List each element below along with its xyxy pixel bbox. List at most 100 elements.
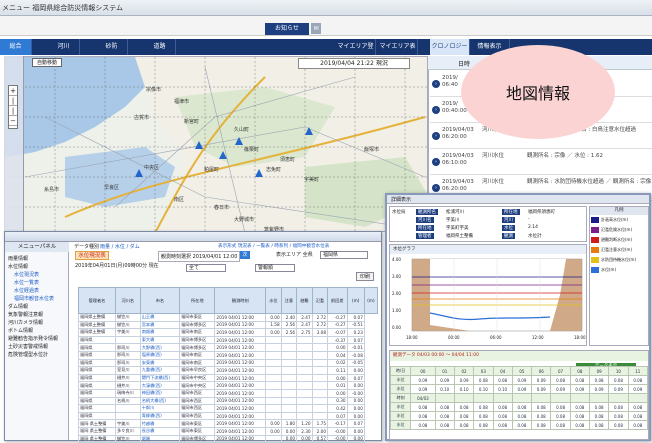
observation-cell: 0.08: [410, 411, 436, 421]
table-cell[interactable]: 宮本橋: [139, 320, 181, 330]
next-time-button[interactable]: 次: [240, 251, 250, 259]
table-cell: 2019 04/01 12:00: [214, 343, 267, 352]
table-cell[interactable]: 関門下流橋(西): [139, 373, 181, 383]
table-cell[interactable]: 九重橋(西): [139, 366, 181, 375]
menu-item[interactable]: 福岡市観音水位表: [14, 296, 54, 303]
table-cell[interactable]: 堀端: [139, 434, 181, 443]
table-cell: 那珂川: [114, 358, 141, 368]
table-cell: [311, 396, 329, 406]
menu-item[interactable]: 避難勧告指示発令情報: [8, 336, 58, 343]
expand-icon[interactable]: ›: [432, 158, 440, 166]
table-cell[interactable]: 東大橋: [139, 335, 181, 345]
menu-item[interactable]: 水位経過表: [14, 288, 39, 295]
observation-cell: 水位: [389, 402, 412, 412]
zoom-slider[interactable]: |: [9, 96, 17, 106]
observation-cell: 0.10: [453, 384, 475, 394]
table-cell[interactable]: 長谷橋: [139, 426, 181, 436]
table-row[interactable]: 福岡県 瑞梅寺川 神田橋(西) 福岡市西区 2019 04/01 12:00 0.00 -0…: [78, 388, 378, 398]
zoom-in-icon[interactable]: +: [9, 86, 17, 96]
table-cell[interactable]: 名柄大橋(西): [139, 396, 181, 406]
table-cell: 福岡 県土整備: [78, 434, 116, 443]
observed-time-select[interactable]: 観測時刻選択 2019/04/01 12:00: [158, 251, 241, 262]
tab-6[interactable]: クロノロジー: [430, 39, 470, 55]
table-row[interactable]: 福岡 県土整備 御笠川 堀端 福岡市博多区 2019 04/01 12:00 0.00 0.…: [78, 434, 378, 443]
table-cell: 0.42: [327, 404, 348, 413]
menu-item[interactable]: ダム情報: [8, 304, 28, 311]
zoom-slider-track[interactable]: |: [9, 106, 17, 116]
expand-icon[interactable]: ›: [432, 80, 440, 88]
zoom-out-icon[interactable]: −: [9, 116, 17, 126]
table-cell[interactable]: 神田橋(西): [139, 388, 181, 398]
table-cell[interactable]: 山王橋: [139, 313, 181, 322]
menu-item[interactable]: 河川カメラ情報: [8, 320, 43, 327]
auto-move-button[interactable]: 自動移動: [32, 58, 62, 67]
table-cell[interactable]: 十郎川: [139, 404, 181, 413]
zoom-control[interactable]: + | | −: [8, 85, 18, 129]
map-view[interactable]: [4, 56, 428, 232]
menu-item[interactable]: ボトム情報: [8, 328, 33, 335]
table-cell[interactable]: 大野橋(西): [139, 343, 181, 352]
table-row[interactable]: 福岡 県土整備 宇美川 竹越橋 福岡市東区 2019 04/01 12:00 0.00 1.…: [78, 419, 378, 428]
table-cell[interactable]: 青柳橋(西): [139, 411, 181, 421]
legend-item: 水位(m): [591, 266, 647, 274]
table-cell: 0.00: [346, 426, 365, 436]
notice-button[interactable]: お知らせ: [265, 23, 309, 35]
table-row[interactable]: 福岡県土整備 御笠川 山王橋 福岡市東区 2019 04/01 12:00 0.00 2.4…: [78, 313, 378, 322]
observation-cell: 0.09: [608, 384, 629, 394]
expand-icon[interactable]: ›: [432, 132, 440, 140]
table-row[interactable]: 福岡県 名柄川 名柄大橋(西) 福岡市西区 2019 04/01 12:00 0.30 0.…: [78, 396, 378, 406]
area-select[interactable]: 福岡県: [320, 251, 368, 259]
sort-select[interactable]: 警報順: [255, 264, 295, 272]
table-title: 水位現況表: [75, 251, 109, 260]
table-cell[interactable]: 安東橋: [139, 358, 181, 368]
table-cell: [296, 388, 313, 398]
table-cell: 福岡市南区: [179, 328, 216, 337]
table-cell: -0.01: [346, 343, 365, 352]
tab-0[interactable]: 総合: [0, 39, 32, 55]
table-row[interactable]: 福岡県土整備 御笠川 宮本橋 福岡市博多区 2019 04/01 12:00 1.58 2.…: [78, 320, 378, 330]
expand-icon[interactable]: ›: [432, 184, 440, 192]
menu-item[interactable]: 水位一覧表: [14, 280, 39, 287]
observation-cell: 0.08: [550, 375, 571, 385]
print-button[interactable]: 印刷: [356, 272, 374, 281]
tab-3[interactable]: 道路: [144, 39, 176, 55]
table-row[interactable]: 福岡県土整備 宇美川 南畑橋 福岡市南区 2019 04/01 12:00 0.00 2.5…: [78, 328, 378, 337]
river-select[interactable]: 全て: [186, 264, 226, 272]
table-row[interactable]: 福岡県 樋井川 大濠橋(西) 福岡市中央区 2019 04/01 12:00 0.01 0.…: [78, 381, 378, 390]
table-cell[interactable]: 大濠橋(西): [139, 381, 181, 390]
display-format-links[interactable]: 表示形式 現況表 / 一覧表 / 時系列 / 福岡中観音水位表: [218, 243, 329, 249]
mail-icon[interactable]: ✉: [311, 23, 321, 34]
tab-1[interactable]: 河川: [48, 39, 80, 55]
table-cell[interactable]: 竹越橋: [139, 419, 181, 428]
table-row[interactable]: 福岡 県土整備 多々良川 長谷橋 福岡市東区 2019 04/01 12:00 0.00 0…: [78, 426, 378, 436]
menu-item[interactable]: 気象警報注意報: [8, 312, 43, 319]
table-row[interactable]: 福岡県 樋井川 関門下流橋(西) 福岡市中央区 2019 04/01 12:00 0.00…: [78, 373, 378, 383]
table-row[interactable]: 福岡県 那珂川 塩原橋(西) 福岡市南区 2019 04/01 12:00 0.04 -0.…: [78, 350, 378, 360]
table-row[interactable]: 福岡県 東大橋 福岡市博多区 2019 04/01 12:00 -0.37 0.07: [78, 335, 378, 345]
menu-item[interactable]: 水位情報: [8, 264, 28, 271]
table-cell[interactable]: 塩原橋(西): [139, 350, 181, 360]
observation-cell: 0.08: [410, 420, 436, 430]
table-cell: [265, 388, 282, 398]
table-cell[interactable]: 南畑橋: [139, 328, 181, 337]
menu-item[interactable]: 危険管理型水位計: [8, 352, 48, 359]
menu-item[interactable]: 水位現況表: [14, 272, 39, 279]
table-row[interactable]: 福岡県 青柳橋(西) 福岡市西区 2019 04/01 12:00 0.07 0.00: [78, 411, 378, 421]
chronology-row[interactable]: › 2019/04/03 06:10:00 河川水位 観測所名 : 宗像 ／ 水位 : …: [430, 150, 652, 175]
menu-item[interactable]: 雨量情報: [8, 256, 28, 263]
observation-cell: 0.08: [492, 411, 513, 421]
tab-4[interactable]: マイエリア登録: [336, 39, 376, 66]
table-row[interactable]: 福岡県 那珂川 安東橋 福岡市南区 2019 04/01 12:00 0.02 -0.05: [78, 358, 378, 368]
legend-swatch: [591, 237, 599, 243]
data-type-links[interactable]: 雨量 / 水位 / ダム: [100, 243, 140, 250]
table-row[interactable]: 福岡県 十郎川 福岡市西区 2019 04/01 12:00 0.42 0.00: [78, 404, 378, 413]
table-row[interactable]: 福岡県 那珂川 大野橋(西) 福岡市博多区 2019 04/01 12:00 0.00 -0…: [78, 343, 378, 352]
tab-2[interactable]: 砂防: [96, 39, 128, 55]
table-row[interactable]: 福岡県 室見川 九重橋(西) 福岡市早良区 2019 04/01 12:00 0.11 0.…: [78, 366, 378, 375]
expand-icon[interactable]: ›: [432, 106, 440, 114]
menu-item[interactable]: 土砂災害警戒情報: [8, 344, 48, 351]
detail-panel-header[interactable]: 詳細表示: [387, 195, 649, 204]
water-level-table: 管理者名 河川名 市名 所在地 観測時刻 水位 注意 避難 氾濫 前回差 (m) (m) 福岡県土整備…: [78, 287, 379, 443]
table-cell: 0.00: [346, 404, 365, 413]
tab-5[interactable]: マイエリア表示: [378, 39, 418, 66]
